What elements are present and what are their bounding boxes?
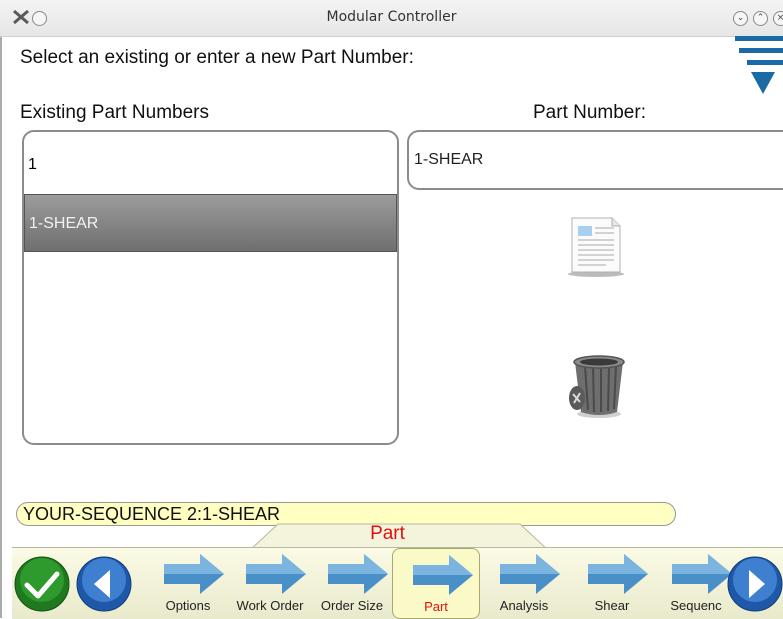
forward-arrow-icon[interactable] (727, 556, 783, 612)
window-titlebar: Modular Controller ⌄ ⌃ × (0, 0, 783, 37)
tab-title: Part (370, 523, 405, 544)
part-number-input[interactable]: 1-SHEAR (407, 130, 783, 190)
existing-parts-list[interactable]: 1 1-SHEAR (22, 130, 399, 445)
nav-step-order-size[interactable]: Order Size (308, 548, 396, 619)
step-arrow-icon (588, 554, 648, 594)
nav-step-label: Order Size (320, 598, 384, 613)
window-title: Modular Controller (326, 9, 457, 25)
step-arrow-icon (328, 554, 388, 594)
new-document-icon[interactable] (566, 216, 626, 280)
minimize-icon[interactable]: ⌄ (733, 11, 748, 26)
back-arrow-icon[interactable] (76, 556, 132, 612)
page-prompt: Select an existing or enter a new Part N… (20, 47, 414, 68)
nav-step-label: Analysis (499, 598, 549, 613)
existing-parts-header: Existing Part Numbers (20, 102, 210, 123)
nav-step-label: Shear (594, 598, 630, 613)
nav-step-work-order[interactable]: Work Order (226, 548, 314, 619)
nav-step-label: Part (424, 599, 448, 614)
list-item-selected[interactable]: 1-SHEAR (24, 194, 397, 252)
nav-step-label: Sequenc (670, 598, 722, 613)
close-icon[interactable]: × (773, 11, 783, 26)
step-arrow-icon (164, 554, 224, 594)
nav-step-analysis[interactable]: Analysis (480, 548, 568, 619)
step-arrow-icon (500, 554, 560, 594)
logo-icon (735, 36, 783, 94)
part-number-header: Part Number: (533, 102, 646, 123)
nav-step-label: Options (165, 598, 211, 613)
nav-step-label: Work Order (236, 598, 304, 613)
list-item[interactable]: 1 (24, 136, 397, 194)
step-arrow-icon (246, 554, 306, 594)
nav-step-options[interactable]: Options (144, 548, 232, 619)
trash-icon[interactable] (563, 350, 629, 420)
step-arrow-icon (672, 554, 732, 594)
step-arrow-icon (413, 555, 473, 595)
maximize-icon[interactable]: ⌃ (753, 11, 768, 26)
confirm-check-icon[interactable] (14, 556, 70, 612)
nav-step-part[interactable]: Part (392, 548, 480, 619)
nav-step-shear[interactable]: Shear (568, 548, 656, 619)
